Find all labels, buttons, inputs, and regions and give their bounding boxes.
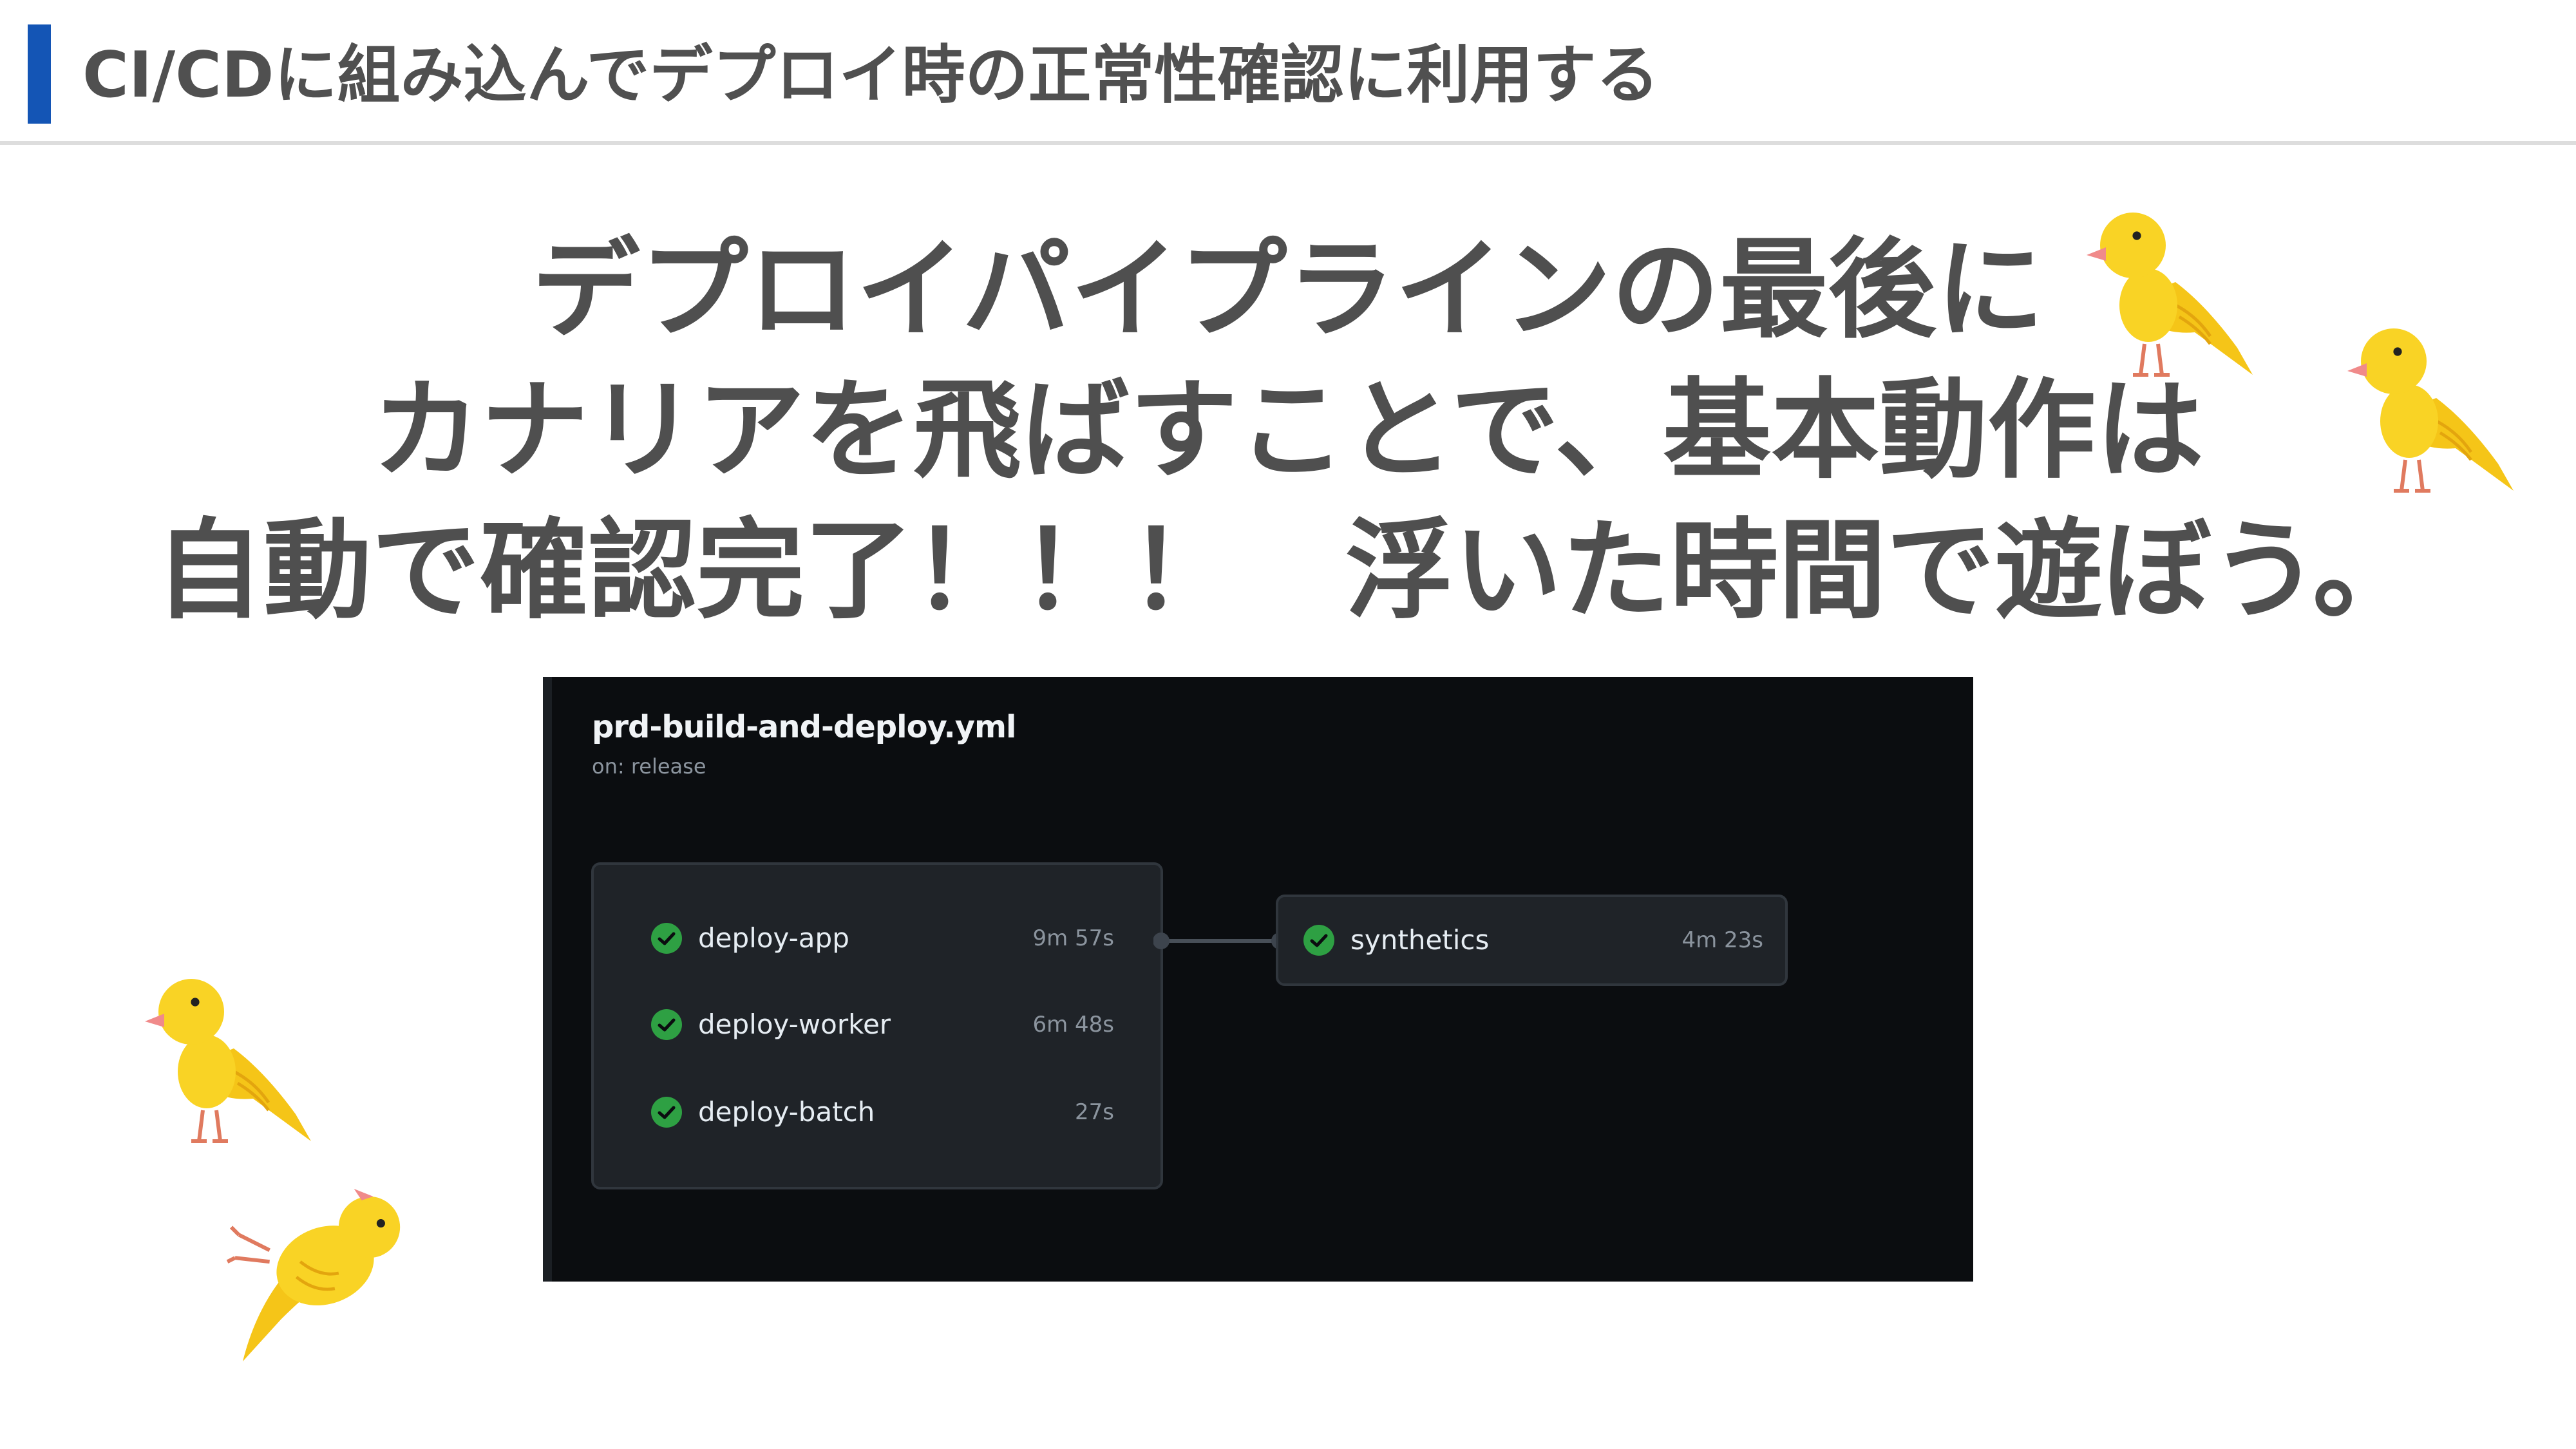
slide-section-title: CI/CDに組み込んでデプロイ時の正常性確認に利用する: [82, 39, 1660, 112]
job-name: deploy-worker: [698, 1009, 891, 1040]
canary-bird-illustration: [2087, 213, 2253, 377]
workflow-filename[interactable]: prd-build-and-deploy.yml: [592, 709, 1016, 745]
job-duration: 4m 23s: [1681, 927, 1763, 953]
job-duration: 6m 48s: [1032, 1012, 1114, 1037]
header-divider: [0, 141, 2576, 145]
check-circle-icon: [1303, 925, 1334, 956]
job-row-deploy-batch[interactable]: deploy-batch 27s: [650, 1093, 1114, 1132]
panel-edge: [543, 677, 552, 1282]
job-connector: [1153, 933, 1288, 949]
canary-bird-illustration: [145, 979, 311, 1143]
job-name: deploy-app: [698, 922, 849, 954]
check-circle-icon: [651, 1097, 682, 1128]
job-name: synthetics: [1350, 924, 1490, 956]
job-duration: 27s: [1075, 1099, 1114, 1125]
job-row-synthetics[interactable]: synthetics 4m 23s: [1303, 921, 1763, 960]
job-row-deploy-app[interactable]: deploy-app 9m 57s: [650, 919, 1114, 958]
job-duration: 9m 57s: [1032, 925, 1114, 951]
canary-bird-illustration: [2347, 328, 2514, 493]
headline-line-3: 自動で確認完了！！！ 浮いた時間で遊ぼう。: [155, 507, 2421, 634]
deploy-job-group: deploy-app 9m 57s deploy-worker 6m 48s d…: [591, 862, 1163, 1189]
canary-bird-flying-illustration: [226, 1188, 401, 1362]
synthetics-job-box: synthetics 4m 23s: [1276, 895, 1788, 986]
workflow-screenshot: prd-build-and-deploy.yml on: release dep…: [543, 677, 1973, 1282]
check-circle-icon: [651, 923, 682, 954]
job-row-deploy-worker[interactable]: deploy-worker 6m 48s: [650, 1005, 1114, 1044]
check-circle-icon: [651, 1009, 682, 1040]
workflow-trigger: on: release: [592, 754, 706, 779]
header-accent-bar: [28, 24, 51, 124]
job-name: deploy-batch: [698, 1096, 875, 1128]
